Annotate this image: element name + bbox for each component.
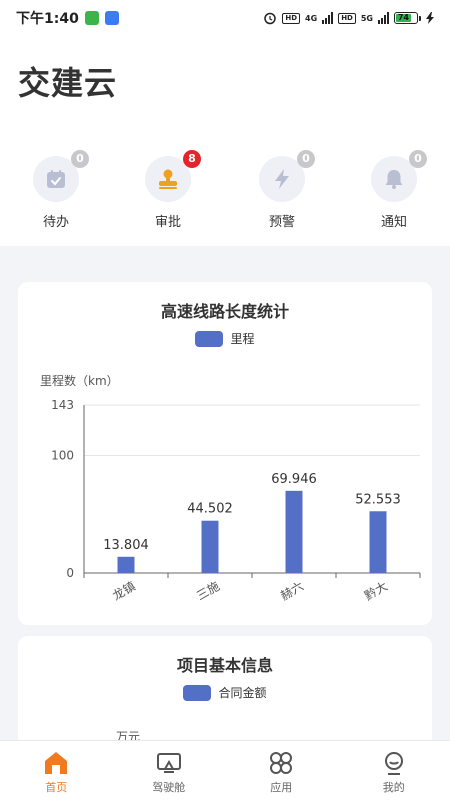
nav-label: 首页 [45,781,68,794]
bar-value-label: 69.946 [271,472,317,487]
quick-action-approval[interactable]: 8 审批 [123,150,213,230]
bar-黔大 [369,511,387,573]
alarm-icon [264,12,277,25]
quick-action-label: 通知 [380,215,407,230]
status-time: 下午1:40 [16,11,79,27]
quick-action-label: 待办 [42,215,69,230]
warning-badge: 0 [297,150,315,168]
charging-icon [426,12,434,24]
notice-badge: 0 [409,150,427,168]
bar-value-label: 13.804 [103,538,149,553]
quick-actions: 0 待办 8 审批 0 预警 0 通知 [0,150,450,236]
nav-profile[interactable]: 我的 [338,741,450,800]
todo-badge: 0 [71,150,89,168]
stamp-icon [159,169,177,189]
signal-icon-2 [378,12,389,24]
nav-label: 应用 [270,781,293,794]
nav-cockpit[interactable]: 驾驶舱 [113,741,226,800]
nav-apps[interactable]: 应用 [225,741,338,800]
highway-bar-chart: 里程数（km） 0 100 143 13.804 龙镇 44.502 三施 69.946 赫六 5… [40,373,421,603]
cockpit-icon [156,753,181,773]
card-title: 项目基本信息 [176,656,273,675]
home-icon [45,752,68,774]
bottom-nav: 首页 驾驶舱 应用 我的 [0,740,450,800]
app-notification-icon [104,11,119,25]
hd-badge: HD [282,12,301,24]
highway-length-card: 高速线路长度统计 里程 里程数（km） 0 100 143 13.804 龙镇 44.50… [18,282,432,625]
y-axis-title: 里程数（km） [40,373,119,388]
bar-三施 [201,520,219,573]
apps-icon [270,752,293,774]
quick-action-notice[interactable]: 0 通知 [349,150,439,230]
approval-badge: 8 [183,150,201,168]
x-tick-label: 赫六 [278,579,306,603]
legend-label: 合同金额 [218,686,267,700]
wechat-notification-icon [84,11,99,25]
profile-icon [384,752,403,775]
quick-action-warning[interactable]: 0 预警 [237,150,327,230]
lightning-icon [275,169,289,189]
network-type-label: 4G [305,13,318,23]
battery-level: 74 [396,13,411,22]
y-tick-label: 143 [51,398,74,412]
project-info-card: 项目基本信息 合同金额 万元 [18,636,432,756]
header: 交建云 0 待办 8 审批 0 预警 0 通知 [0,36,450,246]
x-tick-label: 龙镇 [110,579,138,603]
chart-legend[interactable]: 合同金额 [18,684,432,701]
network-type-label-2: 5G [360,13,373,23]
calendar-check-icon [47,170,65,188]
status-bar: 下午1:40 HD 4G HD 5G 74 [0,0,450,36]
bar-value-label: 44.502 [187,502,233,517]
y-tick-label: 0 [66,566,74,580]
x-tick-label: 黔大 [362,578,390,603]
bar-赫六 [285,490,303,573]
bar-value-label: 52.553 [355,492,401,507]
legend-swatch [183,684,212,701]
bell-icon [385,170,403,189]
hd-badge-2: HD [338,12,356,24]
quick-action-label: 预警 [268,215,295,230]
y-tick-label: 100 [51,449,74,463]
app-title: 交建云 [18,64,118,102]
quick-action-todo[interactable]: 0 待办 [11,150,101,230]
nav-label: 驾驶舱 [152,781,186,794]
bar-龙镇 [117,556,135,573]
x-tick-label: 三施 [194,579,222,603]
signal-icon [322,12,334,24]
quick-action-label: 审批 [154,215,181,230]
battery-icon: 74 [394,12,421,24]
nav-home[interactable]: 首页 [0,741,113,800]
nav-label: 我的 [382,781,405,794]
